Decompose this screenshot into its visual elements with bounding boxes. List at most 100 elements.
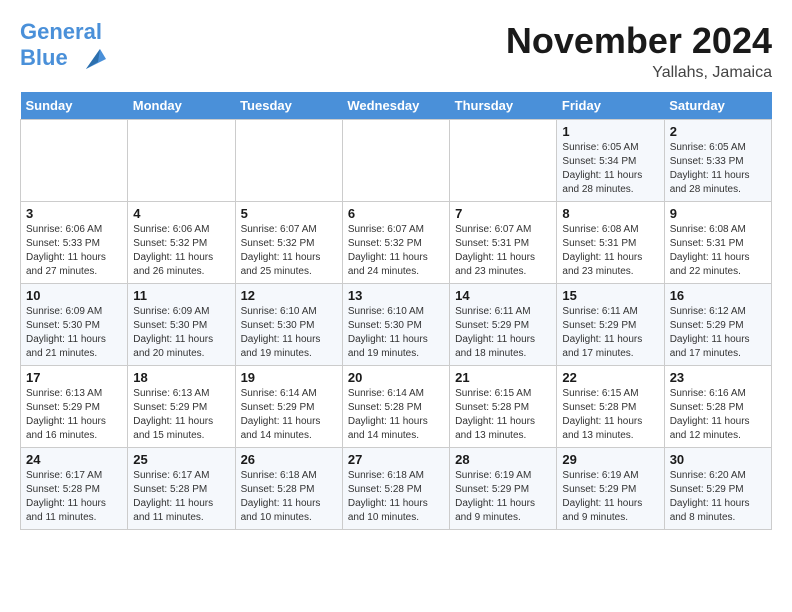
day-number: 26 (241, 452, 337, 467)
weekday-header: Thursday (450, 92, 557, 120)
day-info: Sunrise: 6:07 AM Sunset: 5:31 PM Dayligh… (455, 223, 551, 279)
calendar-cell: 10 Sunrise: 6:09 AM Sunset: 5:30 PM Dayli… (21, 284, 128, 366)
calendar-cell: 13 Sunrise: 6:10 AM Sunset: 5:30 PM Dayli… (342, 284, 449, 366)
day-info: Sunrise: 6:13 AM Sunset: 5:29 PM Dayligh… (133, 387, 229, 443)
day-number: 13 (348, 288, 444, 303)
day-info: Sunrise: 6:18 AM Sunset: 5:28 PM Dayligh… (241, 469, 337, 525)
calendar-cell: 4 Sunrise: 6:06 AM Sunset: 5:32 PM Daylig… (128, 202, 235, 284)
day-number: 2 (670, 124, 766, 139)
calendar-cell (342, 120, 449, 202)
calendar-cell: 18 Sunrise: 6:13 AM Sunset: 5:29 PM Dayli… (128, 366, 235, 448)
day-info: Sunrise: 6:17 AM Sunset: 5:28 PM Dayligh… (133, 469, 229, 525)
day-info: Sunrise: 6:08 AM Sunset: 5:31 PM Dayligh… (670, 223, 766, 279)
day-info: Sunrise: 6:06 AM Sunset: 5:32 PM Dayligh… (133, 223, 229, 279)
day-number: 6 (348, 206, 444, 221)
day-info: Sunrise: 6:05 AM Sunset: 5:33 PM Dayligh… (670, 141, 766, 197)
day-number: 7 (455, 206, 551, 221)
day-number: 12 (241, 288, 337, 303)
calendar-week-row: 10 Sunrise: 6:09 AM Sunset: 5:30 PM Dayli… (21, 284, 772, 366)
day-number: 18 (133, 370, 229, 385)
day-info: Sunrise: 6:06 AM Sunset: 5:33 PM Dayligh… (26, 223, 122, 279)
calendar-cell: 16Sunrise: 6:12 AM Sunset: 5:29 PM Dayli… (664, 284, 771, 366)
day-number: 24 (26, 452, 122, 467)
day-info: Sunrise: 6:05 AM Sunset: 5:34 PM Dayligh… (562, 141, 658, 197)
day-number: 17 (26, 370, 122, 385)
day-info: Sunrise: 6:07 AM Sunset: 5:32 PM Dayligh… (241, 223, 337, 279)
day-number: 8 (562, 206, 658, 221)
title-area: November 2024 Yallahs, Jamaica (506, 20, 772, 82)
calendar-cell: 20Sunrise: 6:14 AM Sunset: 5:28 PM Dayli… (342, 366, 449, 448)
day-number: 1 (562, 124, 658, 139)
calendar-cell: 1 Sunrise: 6:05 AM Sunset: 5:34 PM Daylig… (557, 120, 664, 202)
calendar-cell: 17 Sunrise: 6:13 AM Sunset: 5:29 PM Dayli… (21, 366, 128, 448)
day-number: 28 (455, 452, 551, 467)
calendar-cell: 7 Sunrise: 6:07 AM Sunset: 5:31 PM Daylig… (450, 202, 557, 284)
calendar-week-row: 24 Sunrise: 6:17 AM Sunset: 5:28 PM Dayli… (21, 448, 772, 530)
weekday-header: Tuesday (235, 92, 342, 120)
logo: General Blue (20, 20, 108, 74)
day-info: Sunrise: 6:10 AM Sunset: 5:30 PM Dayligh… (348, 305, 444, 361)
day-number: 11 (133, 288, 229, 303)
calendar-week-row: 3Sunrise: 6:06 AM Sunset: 5:33 PM Daylig… (21, 202, 772, 284)
calendar-cell (235, 120, 342, 202)
calendar-week-row: 17 Sunrise: 6:13 AM Sunset: 5:29 PM Dayli… (21, 366, 772, 448)
day-info: Sunrise: 6:09 AM Sunset: 5:30 PM Dayligh… (133, 305, 229, 361)
calendar-table: SundayMondayTuesdayWednesdayThursdayFrid… (20, 92, 772, 530)
day-number: 19 (241, 370, 337, 385)
calendar-cell: 11 Sunrise: 6:09 AM Sunset: 5:30 PM Dayli… (128, 284, 235, 366)
calendar-cell: 26 Sunrise: 6:18 AM Sunset: 5:28 PM Dayli… (235, 448, 342, 530)
day-info: Sunrise: 6:16 AM Sunset: 5:28 PM Dayligh… (670, 387, 766, 443)
calendar-cell: 9 Sunrise: 6:08 AM Sunset: 5:31 PM Daylig… (664, 202, 771, 284)
weekday-header: Monday (128, 92, 235, 120)
day-number: 29 (562, 452, 658, 467)
day-info: Sunrise: 6:20 AM Sunset: 5:29 PM Dayligh… (670, 469, 766, 525)
calendar-cell: 14 Sunrise: 6:11 AM Sunset: 5:29 PM Dayli… (450, 284, 557, 366)
calendar-cell: 30 Sunrise: 6:20 AM Sunset: 5:29 PM Dayli… (664, 448, 771, 530)
day-info: Sunrise: 6:14 AM Sunset: 5:29 PM Dayligh… (241, 387, 337, 443)
day-info: Sunrise: 6:19 AM Sunset: 5:29 PM Dayligh… (562, 469, 658, 525)
calendar-cell: 27Sunrise: 6:18 AM Sunset: 5:28 PM Dayli… (342, 448, 449, 530)
logo-text-blue: Blue (20, 45, 68, 70)
day-number: 21 (455, 370, 551, 385)
month-title: November 2024 (506, 20, 772, 62)
weekday-header-row: SundayMondayTuesdayWednesdayThursdayFrid… (21, 92, 772, 120)
day-info: Sunrise: 6:11 AM Sunset: 5:29 PM Dayligh… (455, 305, 551, 361)
day-number: 22 (562, 370, 658, 385)
logo-icon (78, 44, 108, 74)
day-info: Sunrise: 6:17 AM Sunset: 5:28 PM Dayligh… (26, 469, 122, 525)
calendar-cell: 6 Sunrise: 6:07 AM Sunset: 5:32 PM Daylig… (342, 202, 449, 284)
day-info: Sunrise: 6:15 AM Sunset: 5:28 PM Dayligh… (455, 387, 551, 443)
calendar-cell: 19 Sunrise: 6:14 AM Sunset: 5:29 PM Dayli… (235, 366, 342, 448)
calendar-cell: 22 Sunrise: 6:15 AM Sunset: 5:28 PM Dayli… (557, 366, 664, 448)
calendar-cell (450, 120, 557, 202)
day-number: 4 (133, 206, 229, 221)
day-info: Sunrise: 6:08 AM Sunset: 5:31 PM Dayligh… (562, 223, 658, 279)
day-info: Sunrise: 6:19 AM Sunset: 5:29 PM Dayligh… (455, 469, 551, 525)
day-info: Sunrise: 6:09 AM Sunset: 5:30 PM Dayligh… (26, 305, 122, 361)
location: Yallahs, Jamaica (506, 64, 772, 82)
weekday-header: Sunday (21, 92, 128, 120)
weekday-header: Friday (557, 92, 664, 120)
calendar-cell: 15Sunrise: 6:11 AM Sunset: 5:29 PM Dayli… (557, 284, 664, 366)
logo-text-general: General (20, 19, 102, 44)
weekday-header: Saturday (664, 92, 771, 120)
day-number: 5 (241, 206, 337, 221)
calendar-cell: 3Sunrise: 6:06 AM Sunset: 5:33 PM Daylig… (21, 202, 128, 284)
day-number: 25 (133, 452, 229, 467)
calendar-cell: 23 Sunrise: 6:16 AM Sunset: 5:28 PM Dayli… (664, 366, 771, 448)
day-number: 9 (670, 206, 766, 221)
day-info: Sunrise: 6:07 AM Sunset: 5:32 PM Dayligh… (348, 223, 444, 279)
day-number: 20 (348, 370, 444, 385)
header: General Blue November 2024 Yallahs, Jama… (20, 20, 772, 82)
day-number: 30 (670, 452, 766, 467)
day-info: Sunrise: 6:13 AM Sunset: 5:29 PM Dayligh… (26, 387, 122, 443)
calendar-cell: 21 Sunrise: 6:15 AM Sunset: 5:28 PM Dayli… (450, 366, 557, 448)
day-number: 23 (670, 370, 766, 385)
calendar-week-row: 1 Sunrise: 6:05 AM Sunset: 5:34 PM Daylig… (21, 120, 772, 202)
day-info: Sunrise: 6:11 AM Sunset: 5:29 PM Dayligh… (562, 305, 658, 361)
day-number: 10 (26, 288, 122, 303)
calendar-cell: 25 Sunrise: 6:17 AM Sunset: 5:28 PM Dayli… (128, 448, 235, 530)
calendar-cell: 5 Sunrise: 6:07 AM Sunset: 5:32 PM Daylig… (235, 202, 342, 284)
day-info: Sunrise: 6:15 AM Sunset: 5:28 PM Dayligh… (562, 387, 658, 443)
day-number: 14 (455, 288, 551, 303)
